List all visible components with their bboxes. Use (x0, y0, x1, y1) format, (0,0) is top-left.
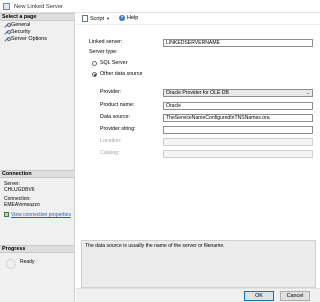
location-input (163, 138, 313, 146)
server-type-label: Server type: (89, 49, 118, 55)
provider-select[interactable]: Oracle Provider for OLE DB ⌄ (163, 89, 313, 97)
ok-button[interactable]: OK (244, 291, 274, 301)
wrench-icon (4, 23, 11, 28)
script-icon (82, 15, 88, 22)
help-icon: ? (119, 15, 125, 21)
help-button[interactable]: ? Help (119, 15, 138, 21)
provider-string-label: Provider string: (100, 126, 136, 132)
script-label: Script (90, 15, 105, 22)
data-source-label: Data source: (100, 114, 131, 120)
progress-spinner-icon (6, 259, 16, 269)
catalog-label: Catalog: (100, 150, 120, 156)
radio-sql-server-label: SQL Server (100, 60, 128, 66)
provider-label: Provider: (100, 89, 122, 95)
app-icon (3, 3, 10, 10)
connection-properties-icon (4, 212, 9, 218)
wrench-icon (4, 37, 11, 42)
dialog-footer: OK Cancel (76, 288, 320, 302)
window-title: New Linked Server (14, 3, 63, 10)
page-server-options[interactable]: Server Options (4, 36, 47, 43)
toolbar: Script ▼ ? Help (76, 13, 320, 25)
linked-server-label: Linked server: (89, 39, 123, 45)
linked-server-input[interactable]: LINKEDSERVERNAME (163, 39, 313, 47)
info-text: The data source is usually the name of t… (85, 243, 225, 249)
connection-header: Connection (0, 170, 75, 178)
page-server-options-label: Server Options (11, 36, 47, 42)
info-description-box: The data source is usually the name of t… (81, 240, 316, 288)
page-security[interactable]: Security (4, 29, 30, 36)
connection-value: EMEA\rimeazzo (4, 202, 40, 208)
server-value: CHLUGDBV6 (4, 187, 35, 193)
left-panel: Select a page General Security Server Op… (0, 13, 75, 302)
radio-sql-server[interactable]: SQL Server (92, 60, 127, 67)
page-security-label: Security (11, 29, 31, 35)
radio-sql-server-button[interactable] (92, 61, 97, 66)
provider-string-input[interactable] (163, 126, 313, 134)
provider-value: Oracle Provider for OLE DB (166, 90, 229, 96)
title-bar: New Linked Server (0, 0, 320, 13)
help-label: Help (127, 15, 139, 21)
cancel-button[interactable]: Cancel (280, 291, 310, 301)
chevron-down-icon: ⌄ (305, 90, 310, 96)
catalog-input (163, 150, 313, 158)
main-panel: Script ▼ ? Help Linked server: LINKEDSER… (76, 13, 320, 302)
script-button[interactable]: Script ▼ (82, 15, 110, 22)
chevron-down-icon[interactable]: ▼ (106, 16, 110, 21)
data-source-input[interactable]: TheServiceNameConfiguredInTNSNames.ora (163, 114, 313, 122)
location-label: Location: (100, 138, 122, 144)
select-page-header: Select a page (0, 13, 75, 21)
view-connection-link[interactable]: View connection properties (11, 212, 71, 218)
radio-other-data-source-button[interactable] (92, 72, 97, 77)
product-name-input[interactable]: Oracle (163, 102, 313, 110)
radio-other-label: Other data source (100, 71, 143, 77)
page-general-label: General (11, 22, 31, 28)
progress-header: Progress (0, 245, 75, 253)
radio-other-data-source[interactable]: Other data source (92, 71, 142, 78)
view-connection-properties[interactable]: View connection properties (4, 212, 71, 218)
product-name-label: Product name: (100, 102, 135, 108)
wrench-icon (4, 30, 11, 35)
page-general[interactable]: General (4, 22, 30, 29)
progress-status: Ready (20, 259, 35, 265)
